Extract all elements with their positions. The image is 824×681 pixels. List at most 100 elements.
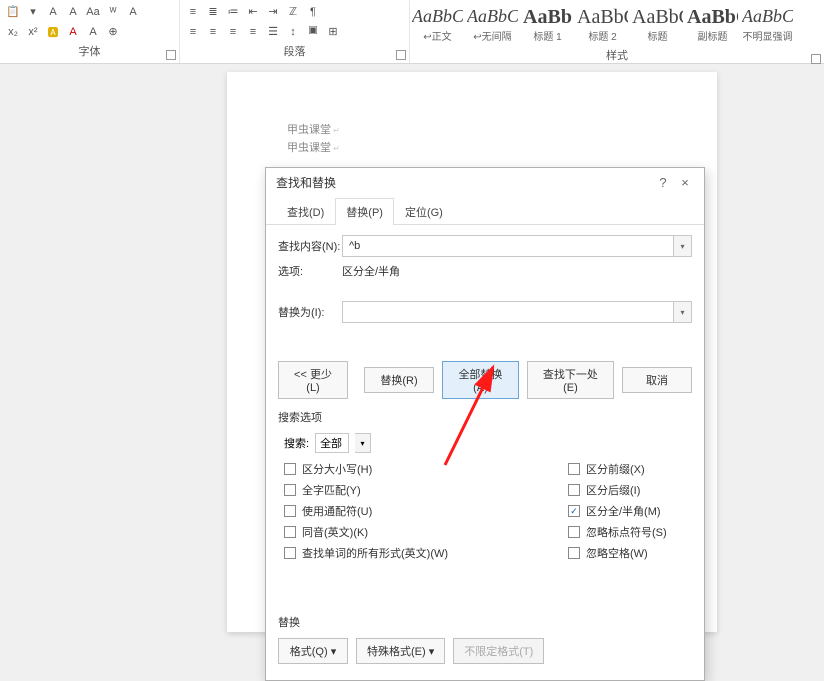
find-dropdown-icon[interactable]: ▾: [674, 235, 692, 257]
ribbon-paragraph-section: ≡ ≣ ≔ ⇤ ⇥ ℤ ¶ ≡ ≡ ≡ ≡ ☰ ↕ 🞕 ⊞: [180, 0, 410, 63]
ribbon: 📋 ▾ A A Aa ᵂ A x₂ x² 🅰 A A ⊕: [0, 0, 824, 64]
border-icon[interactable]: A: [124, 3, 142, 21]
subscript-button[interactable]: x₂: [4, 23, 22, 41]
search-options-label: 搜索选项: [278, 409, 692, 425]
style-item[interactable]: AaBbCcDd↩无间隔: [465, 4, 520, 45]
style-item[interactable]: AaBb标题 1: [520, 4, 575, 45]
replace-with-input[interactable]: [342, 301, 674, 323]
distribute-icon[interactable]: ☰: [264, 23, 282, 41]
borders-icon[interactable]: ⊞: [324, 23, 342, 41]
align-center-icon[interactable]: ≡: [204, 23, 222, 41]
scope-dropdown-icon[interactable]: ▾: [355, 433, 371, 453]
checkbox-option[interactable]: 区分前缀(X): [562, 461, 692, 477]
ribbon-font-section: 📋 ▾ A A Aa ᵂ A x₂ x² 🅰 A A ⊕: [0, 0, 180, 63]
find-what-label: 查找内容(N):: [278, 238, 342, 254]
checkbox-option[interactable]: 忽略标点符号(S): [562, 524, 692, 540]
style-gallery[interactable]: AaBbCcDd↩正文AaBbCcDd↩无间隔AaBb标题 1AaBbC标题 2…: [410, 0, 824, 45]
replace-button[interactable]: 替换(R): [364, 367, 434, 393]
dialog-titlebar[interactable]: 查找和替换 ? ×: [266, 168, 704, 197]
less-button[interactable]: << 更少(L): [278, 361, 348, 399]
checkbox-label: 忽略标点符号(S): [586, 524, 667, 540]
style-item[interactable]: AaBbCcDd↩正文: [410, 4, 465, 45]
ribbon-styles-section: AaBbCcDd↩正文AaBbCcDd↩无间隔AaBb标题 1AaBbC标题 2…: [410, 0, 824, 63]
checkbox-label: 区分全/半角(M): [586, 503, 661, 519]
checkbox-label: 区分前缀(X): [586, 461, 645, 477]
special-button[interactable]: 特殊格式(E) ▾: [356, 638, 445, 664]
style-item[interactable]: AaBbC标题 2: [575, 4, 630, 45]
checkbox-icon[interactable]: [284, 463, 296, 475]
checkbox-label: 全字匹配(Y): [302, 482, 361, 498]
style-item[interactable]: AaBbCcDd不明显强调: [740, 4, 795, 45]
showmarks-icon[interactable]: ¶: [304, 3, 322, 21]
checkbox-icon[interactable]: [284, 526, 296, 538]
checkbox-option[interactable]: 查找单词的所有形式(英文)(W): [278, 545, 562, 561]
grow-font-icon[interactable]: A: [44, 3, 62, 21]
help-button[interactable]: ?: [652, 175, 674, 190]
shrink-font-icon[interactable]: A: [64, 3, 82, 21]
find-next-button[interactable]: 查找下一处(E): [527, 361, 614, 399]
phonetic-icon[interactable]: ᵂ: [104, 3, 122, 21]
find-what-input[interactable]: [342, 235, 674, 257]
highlight-icon[interactable]: 🅰: [44, 23, 62, 41]
numbering-icon[interactable]: ≣: [204, 3, 222, 21]
multilevel-icon[interactable]: ≔: [224, 3, 242, 21]
font-group-label: 字体: [0, 41, 179, 63]
align-right-icon[interactable]: ≡: [224, 23, 242, 41]
checkbox-label: 查找单词的所有形式(英文)(W): [302, 545, 448, 561]
checkbox-option[interactable]: 区分后缀(I): [562, 482, 692, 498]
options-value: 区分全/半角: [342, 263, 400, 279]
options-label: 选项:: [278, 263, 342, 279]
paste-icon[interactable]: 📋: [4, 3, 22, 21]
replace-all-button[interactable]: 全部替换(A): [442, 361, 519, 399]
checkbox-label: 同音(英文)(K): [302, 524, 368, 540]
checkbox-option[interactable]: 同音(英文)(K): [278, 524, 562, 540]
checkbox-icon[interactable]: [284, 484, 296, 496]
font-color-icon[interactable]: A: [64, 23, 82, 41]
style-item[interactable]: AaBbC副标题: [685, 4, 740, 45]
replace-dropdown-icon[interactable]: ▾: [674, 301, 692, 323]
doc-line[interactable]: 甲虫课堂: [287, 122, 657, 140]
checkbox-icon[interactable]: [284, 505, 296, 517]
close-button[interactable]: ×: [674, 175, 696, 190]
tab-find[interactable]: 查找(D): [276, 198, 335, 225]
dec-indent-icon[interactable]: ⇤: [244, 3, 262, 21]
shading-icon[interactable]: 🞕: [304, 23, 322, 41]
cancel-button[interactable]: 取消: [622, 367, 692, 393]
checkbox-option[interactable]: 忽略空格(W): [562, 545, 692, 561]
checkbox-icon[interactable]: ✓: [568, 505, 580, 517]
font-launcher-icon[interactable]: [166, 50, 176, 60]
tab-replace[interactable]: 替换(P): [335, 198, 394, 225]
search-scope-select[interactable]: 全部: [315, 433, 349, 453]
inc-indent-icon[interactable]: ⇥: [264, 3, 282, 21]
align-left-icon[interactable]: ≡: [184, 23, 202, 41]
justify-icon[interactable]: ≡: [244, 23, 262, 41]
checkbox-option[interactable]: 使用通配符(U): [278, 503, 562, 519]
checkbox-icon[interactable]: [568, 463, 580, 475]
checkbox-icon[interactable]: [568, 526, 580, 538]
change-case-icon[interactable]: Aa: [84, 3, 102, 21]
char-shading-icon[interactable]: A: [84, 23, 102, 41]
checkbox-option[interactable]: ✓ 区分全/半角(M): [562, 503, 692, 519]
bullets-icon[interactable]: ≡: [184, 3, 202, 21]
doc-line[interactable]: 甲虫课堂: [287, 140, 657, 158]
checkbox-option[interactable]: 区分大小写(H): [278, 461, 562, 477]
checkbox-icon[interactable]: [568, 484, 580, 496]
para-launcher-icon[interactable]: [396, 50, 406, 60]
linespacing-icon[interactable]: ↕: [284, 23, 302, 41]
replace-with-label: 替换为(I):: [278, 304, 342, 320]
checkbox-option[interactable]: 全字匹配(Y): [278, 482, 562, 498]
styles-launcher-icon[interactable]: [811, 54, 821, 64]
checkbox-icon[interactable]: [568, 547, 580, 559]
tab-goto[interactable]: 定位(G): [394, 198, 454, 225]
noformat-button[interactable]: 不限定格式(T): [453, 638, 544, 664]
style-item[interactable]: AaBbC标题: [630, 4, 685, 45]
format-button[interactable]: 格式(Q) ▾: [278, 638, 348, 664]
font-dd-icon[interactable]: ▾: [24, 3, 42, 21]
checkbox-label: 区分大小写(H): [302, 461, 372, 477]
styles-group-label: 样式: [410, 45, 824, 67]
enclose-icon[interactable]: ⊕: [104, 23, 122, 41]
superscript-button[interactable]: x²: [24, 23, 42, 41]
replace-section-label: 替换: [278, 614, 692, 630]
checkbox-icon[interactable]: [284, 547, 296, 559]
sort-icon[interactable]: ℤ: [284, 3, 302, 21]
